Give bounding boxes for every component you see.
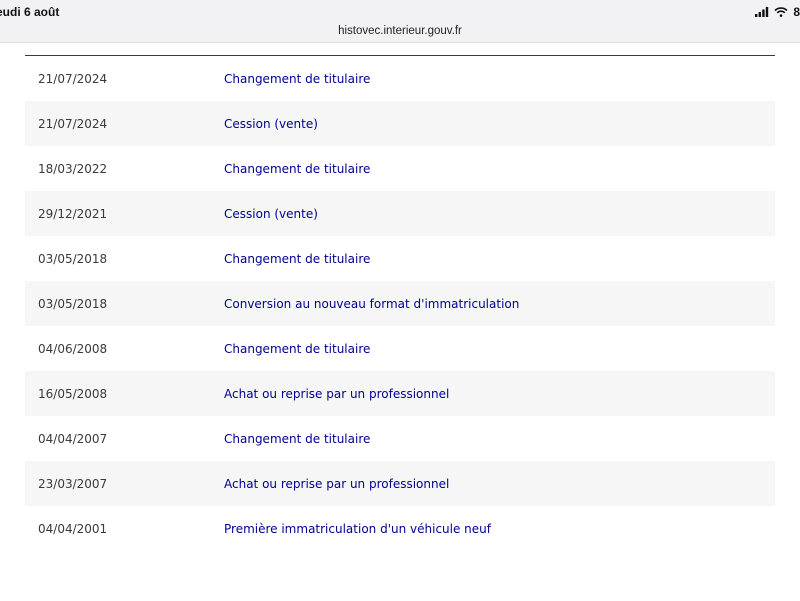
event-date: 03/05/2018 bbox=[38, 296, 108, 311]
event-date: 04/04/2001 bbox=[38, 521, 108, 536]
event-date: 29/12/2021 bbox=[38, 206, 108, 221]
table-row: 21/07/2024 Changement de titulaire bbox=[25, 56, 775, 101]
table-row: 04/04/2001 Première immatriculation d'un … bbox=[25, 506, 775, 551]
page-content: 21/07/2024 Changement de titulaire 21/07/2… bbox=[0, 42, 800, 601]
event-date: 21/07/2024 bbox=[38, 71, 108, 86]
wifi-icon bbox=[774, 7, 788, 17]
status-indicators: 8 bbox=[755, 5, 800, 19]
event-date: 23/03/2007 bbox=[38, 476, 108, 491]
event-date: 04/04/2007 bbox=[38, 431, 108, 446]
table-row: 04/04/2007 Changement de titulaire bbox=[25, 416, 775, 461]
table-row: 03/05/2018 Changement de titulaire bbox=[25, 236, 775, 281]
table-row: 29/12/2021 Cession (vente) bbox=[25, 191, 775, 236]
event-label: Première immatriculation d'un véhicule n… bbox=[224, 521, 491, 536]
event-label: Changement de titulaire bbox=[224, 251, 371, 266]
event-label: Changement de titulaire bbox=[224, 341, 371, 356]
event-date: 04/06/2008 bbox=[38, 341, 108, 356]
event-label: Cession (vente) bbox=[224, 116, 318, 131]
event-date: 03/05/2018 bbox=[38, 251, 108, 266]
event-label: Changement de titulaire bbox=[224, 71, 371, 86]
battery-percentage: 8 bbox=[793, 5, 800, 19]
table-row: 16/05/2008 Achat ou reprise par un profes… bbox=[25, 371, 775, 416]
event-label: Achat ou reprise par un professionnel bbox=[224, 386, 450, 401]
cellular-signal-icon bbox=[755, 7, 769, 17]
vehicle-history-table: 21/07/2024 Changement de titulaire 21/07/2… bbox=[25, 56, 775, 551]
table-row: 18/03/2022 Changement de titulaire bbox=[25, 146, 775, 191]
event-label: Achat ou reprise par un professionnel bbox=[224, 476, 450, 491]
event-label: Cession (vente) bbox=[224, 206, 318, 221]
table-row: 03/05/2018 Conversion au nouveau format d… bbox=[25, 281, 775, 326]
url-text: histovec.interieur.gouv.fr bbox=[338, 25, 462, 37]
address-bar[interactable]: histovec.interieur.gouv.fr bbox=[0, 20, 800, 42]
table-row: 23/03/2007 Achat ou reprise par un profes… bbox=[25, 461, 775, 506]
event-label: Changement de titulaire bbox=[224, 161, 371, 176]
table-row: 04/06/2008 Changement de titulaire bbox=[25, 326, 775, 371]
event-date: 18/03/2022 bbox=[38, 161, 108, 176]
event-date: 16/05/2008 bbox=[38, 386, 108, 401]
status-date: eudi 6 août bbox=[0, 5, 60, 19]
table-row: 21/07/2024 Cession (vente) bbox=[25, 101, 775, 146]
event-label: Conversion au nouveau format d'immatricu… bbox=[224, 296, 520, 311]
event-label: Changement de titulaire bbox=[224, 431, 371, 446]
event-date: 21/07/2024 bbox=[38, 116, 108, 131]
